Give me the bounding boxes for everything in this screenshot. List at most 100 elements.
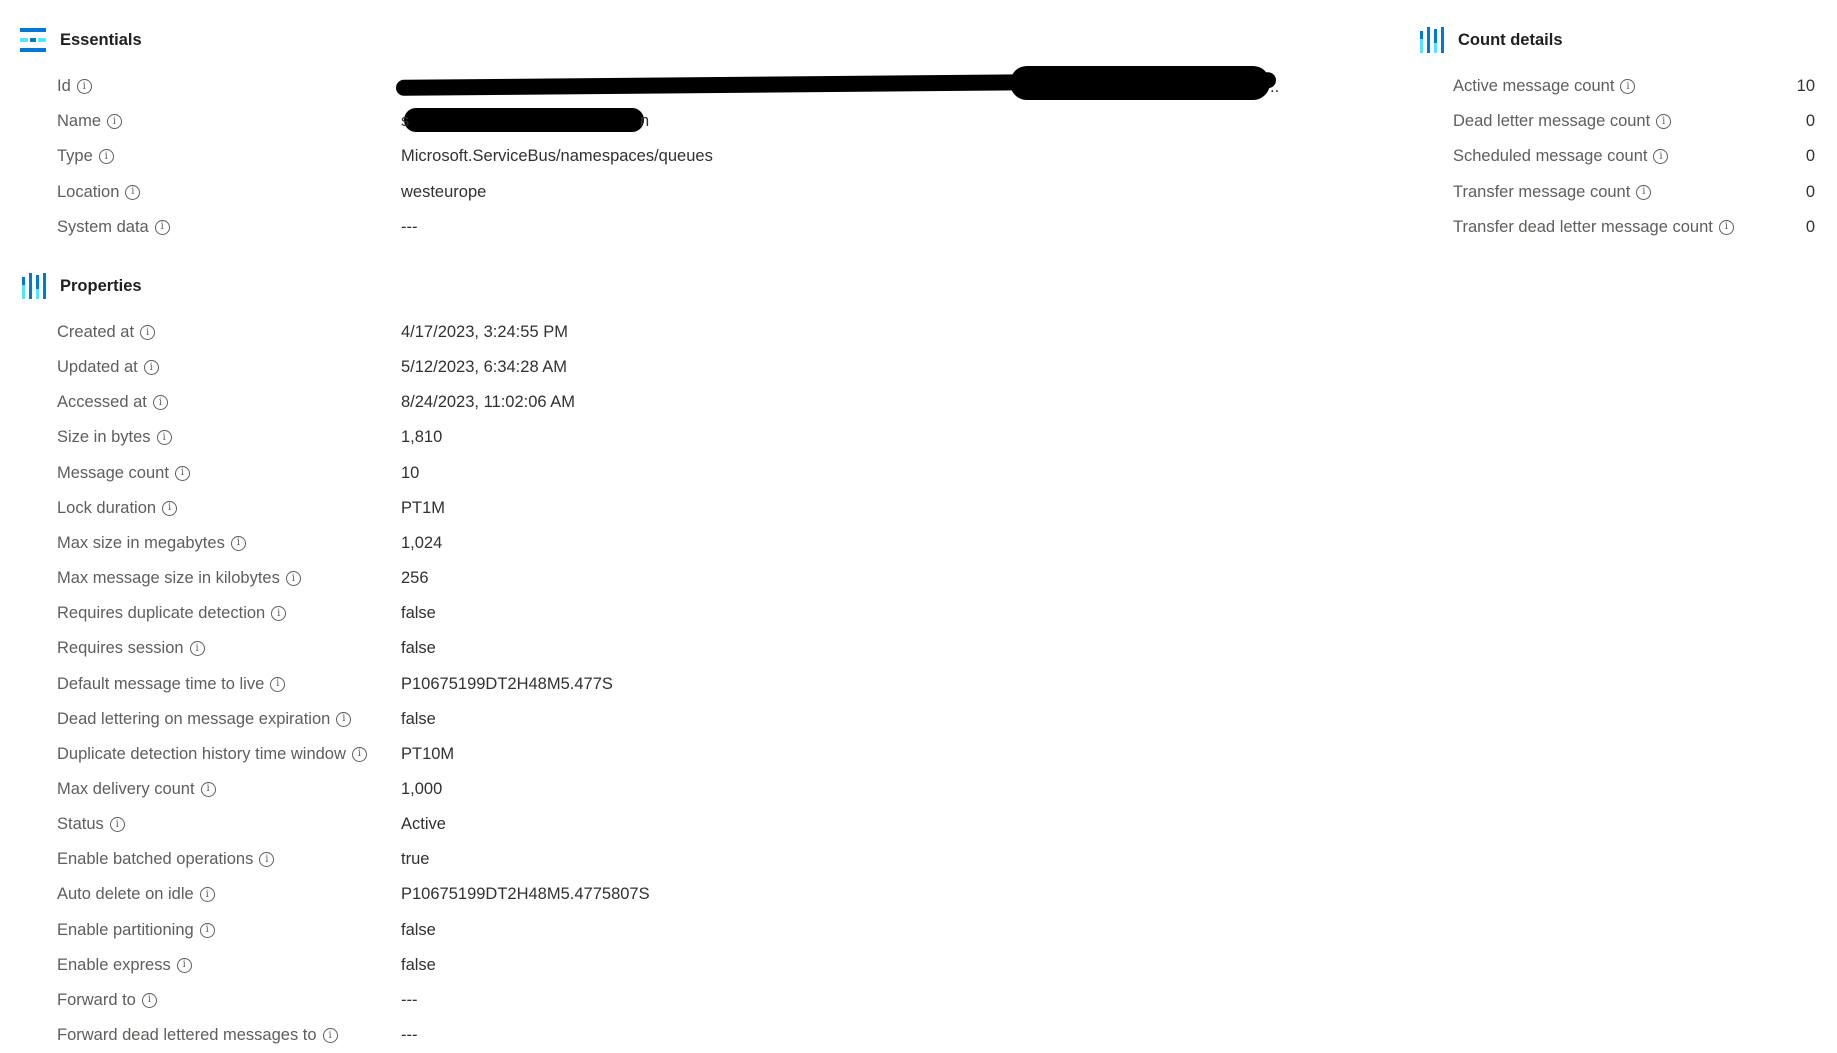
properties-row: Requires duplicate detection i (57, 596, 287, 631)
count-details-title: Count details (1458, 30, 1563, 49)
properties-row: Max message size in kilobytes i (57, 561, 301, 596)
field-value: Active (401, 815, 446, 834)
info-icon[interactable]: i (189, 641, 205, 657)
info-icon[interactable]: i (76, 79, 92, 94)
info-icon[interactable]: i (98, 149, 114, 165)
info-icon[interactable]: i (1636, 184, 1652, 200)
info-icon[interactable]: i (174, 465, 190, 481)
essentials-row: Location i (57, 175, 141, 210)
field-label: Enable express i (57, 956, 192, 975)
field-label: Enable partitioning i (57, 921, 215, 940)
info-icon[interactable]: i (336, 711, 352, 727)
properties-row: Dead lettering on message expiration i (57, 702, 352, 737)
field-label: Requires duplicate detection i (57, 604, 287, 623)
count-details-row: Scheduled message count i (1453, 139, 1669, 174)
field-label: Forward dead lettered messages to i (57, 1026, 338, 1045)
field-value: 0 (1805, 182, 1815, 201)
field-value: 256 (401, 569, 429, 588)
field-value: false (401, 955, 436, 974)
info-icon[interactable]: i (1656, 114, 1672, 130)
properties-row: Forward dead lettered messages to i (57, 1018, 338, 1053)
redacted-id-mark-2 (1010, 66, 1270, 100)
field-value: 1,024 (401, 533, 443, 552)
field-value: 1,000 (401, 779, 443, 798)
field-label: Name i (57, 112, 123, 131)
info-icon[interactable]: i (156, 430, 172, 446)
field-label-text: Dead lettering on message expiration (57, 709, 331, 728)
info-icon[interactable]: i (143, 360, 159, 376)
count-details-row: Transfer dead letter message count i (1453, 210, 1734, 245)
field-label-text: Default message time to live (57, 674, 265, 693)
field-value: --- (401, 990, 418, 1009)
properties-row: Max delivery count i (57, 772, 216, 807)
properties-row: Forward to i (57, 983, 157, 1018)
field-value: westeurope (401, 182, 487, 201)
info-icon[interactable]: i (351, 746, 367, 762)
count-details-icon (1420, 27, 1444, 53)
field-label: Id i (57, 77, 92, 96)
info-icon[interactable]: i (271, 606, 287, 622)
field-label-text: Transfer dead letter message count (1453, 217, 1713, 236)
properties-header: Properties (18, 271, 142, 301)
info-icon[interactable]: i (199, 887, 215, 903)
properties-row: Enable partitioning i (57, 913, 215, 948)
info-icon[interactable]: i (154, 219, 170, 235)
field-value: Microsoft.ServiceBus/namespaces/queues (401, 147, 713, 166)
info-icon[interactable]: i (230, 535, 246, 551)
redacted-name-tail: n (640, 112, 650, 130)
info-icon[interactable]: i (200, 781, 216, 797)
field-label: Type i (57, 147, 114, 166)
essentials-row: Name i (57, 104, 123, 139)
field-label: Dead letter message count i (1453, 112, 1672, 131)
info-icon[interactable]: i (109, 817, 125, 833)
field-label: Location i (57, 183, 141, 202)
field-label: System data i (57, 218, 170, 237)
field-label: Duplicate detection history time window i (57, 745, 367, 764)
field-label: Forward to i (57, 991, 157, 1010)
field-value: 0 (1805, 147, 1815, 166)
info-icon[interactable]: i (141, 992, 157, 1008)
essentials-row: System data i (57, 210, 170, 245)
field-label: Size in bytes i (57, 428, 172, 447)
count-details-header: Count details (1416, 25, 1563, 55)
properties-row: Lock duration i (57, 491, 178, 526)
field-label: Max message size in kilobytes i (57, 569, 301, 588)
field-label: Lock duration i (57, 499, 178, 518)
info-icon[interactable]: i (285, 571, 301, 587)
info-icon[interactable]: i (140, 325, 156, 340)
info-icon[interactable]: i (107, 114, 123, 130)
count-details-row: Transfer message count i (1453, 175, 1652, 210)
essentials-header: Essentials (18, 25, 142, 55)
properties-icon (22, 273, 46, 299)
info-icon[interactable]: i (176, 957, 192, 973)
properties-row: Enable express i (57, 948, 192, 983)
field-label-text: Max delivery count (57, 779, 195, 798)
field-label-text: Size in bytes (57, 428, 151, 447)
field-label-text: Scheduled message count (1453, 147, 1648, 166)
info-icon[interactable]: i (162, 500, 178, 516)
info-icon[interactable]: i (270, 676, 286, 692)
field-value: --- (401, 217, 418, 236)
info-icon[interactable]: i (1653, 149, 1669, 165)
properties-row: Message count i (57, 456, 190, 491)
field-label-text: Enable batched operations (57, 850, 254, 869)
info-icon[interactable]: i (259, 852, 275, 868)
field-value: false (401, 920, 436, 939)
properties-title: Properties (60, 276, 142, 295)
field-value: false (401, 639, 436, 658)
properties-row: Enable batched operations i (57, 842, 275, 877)
field-value: 0 (1805, 217, 1815, 236)
field-value: 0 (1805, 112, 1815, 131)
info-icon[interactable]: i (152, 395, 168, 411)
field-label: Auto delete on idle i (57, 885, 215, 904)
field-value: 5/12/2023, 6:34:28 AM (401, 358, 568, 377)
properties-row: Updated at i (57, 350, 159, 385)
properties-row: Status i (57, 807, 125, 842)
field-label-text: Requires duplicate detection (57, 604, 266, 623)
info-icon[interactable]: i (125, 184, 141, 200)
info-icon[interactable]: i (1718, 219, 1734, 235)
field-value: true (401, 850, 430, 869)
info-icon[interactable]: i (1620, 79, 1636, 94)
field-label-text: Message count (57, 463, 169, 482)
info-icon[interactable]: i (199, 922, 215, 938)
